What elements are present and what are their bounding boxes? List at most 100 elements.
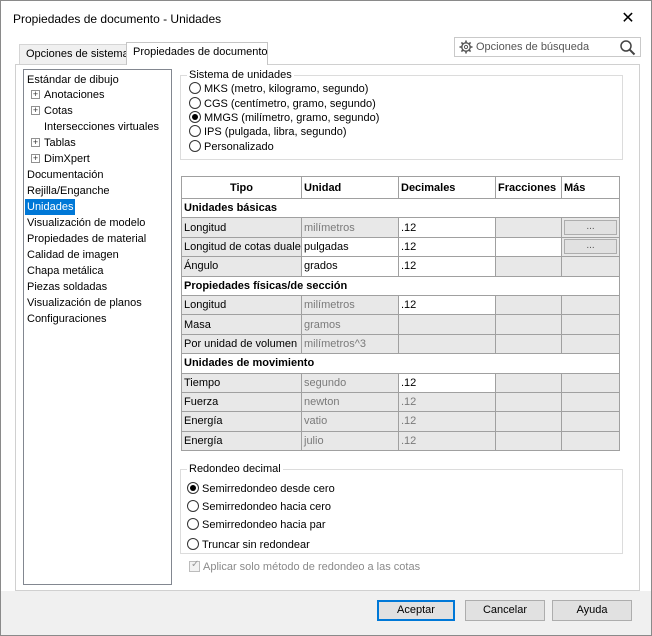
cell-tipo: Longitud de cotas duales [181,236,302,258]
cancel-button[interactable]: Cancelar [465,600,545,621]
radio-label: Semirredondeo hacia par [202,519,326,531]
section-row: Unidades de movimiento [181,353,620,374]
section-title: Propiedades físicas/de sección [181,275,620,296]
cell-unidad: newton [301,391,399,413]
radio-button[interactable] [187,518,199,530]
dialog-window: Propiedades de documento - Unidades ✕ Op… [0,0,652,636]
tree-item-visualizacion-de-planos[interactable]: Visualización de planos [27,295,142,311]
radio-ips[interactable]: IPS (pulgada, libra, segundo) [189,125,346,141]
cell-mas: ... [561,236,620,258]
tree-item-unidades[interactable]: Unidades [25,199,76,215]
section-title: Unidades básicas [181,197,620,219]
radio-button[interactable] [189,125,201,137]
radio-label: MMGS (milímetro, gramo, segundo) [204,112,380,124]
cell-mas [561,314,620,335]
tree-item-chapa-metalica[interactable]: Chapa metálica [27,263,103,279]
cell-mas [561,294,620,316]
cell-tipo: Fuerza [181,391,302,413]
cell-decimales[interactable]: .12 [398,217,496,238]
cell-fracciones [495,372,562,393]
radio-button[interactable] [187,500,199,512]
tree-item-calidad-de-imagen[interactable]: Calidad de imagen [27,247,119,263]
radio-truncar-sin-redondear[interactable]: Truncar sin redondear [187,538,310,554]
table-row: Por unidad de volumen milímetros^3 [181,333,620,355]
cell-fracciones [495,256,562,277]
col-header-decimales: Decimales [398,176,496,199]
help-button[interactable]: Ayuda [552,600,632,621]
tree-item-intersecciones-virtuales[interactable]: Intersecciones virtuales [44,119,159,135]
tree-item-piezas-soldadas[interactable]: Piezas soldadas [27,279,107,295]
units-table: Tipo Unidad Decimales Fracciones Más Uni… [181,176,620,452]
tree-item-visualizacion-de-modelo[interactable]: Visualización de modelo [27,215,145,231]
radio-semirredondeo-desde-cero[interactable]: Semirredondeo desde cero [187,482,335,498]
close-icon[interactable]: ✕ [613,6,643,32]
rounding-legend: Redondeo decimal [187,463,283,475]
cell-decimales[interactable]: .12 [398,294,496,316]
col-header-tipo: Tipo [181,176,302,199]
search-icon[interactable] [619,39,636,56]
radio-semirredondeo-hacia-cero[interactable]: Semirredondeo hacia cero [187,500,331,516]
cell-unidad: gramos [301,314,399,335]
tree-item-documentacion[interactable]: Documentación [27,167,103,183]
table-header-row: Tipo Unidad Decimales Fracciones Más [181,176,620,199]
radio-button-selected[interactable] [187,482,199,494]
table-row: Longitud milímetros .12 ... [181,217,620,238]
ok-button[interactable]: Aceptar [377,600,455,621]
tree-item-anotaciones[interactable]: Anotaciones [44,87,105,103]
section-title: Unidades de movimiento [181,353,620,374]
cell-fracciones [495,411,562,432]
radio-button-selected[interactable] [189,111,201,123]
cell-decimales [398,333,496,355]
cell-decimales[interactable]: .12 [398,236,496,258]
cell-decimales: .12 [398,391,496,413]
radio-label: Semirredondeo desde cero [202,483,335,495]
cell-tipo: Por unidad de volumen [181,333,302,355]
more-options-button[interactable]: ... [564,220,617,236]
radio-button[interactable] [189,82,201,94]
radio-button[interactable] [189,97,201,109]
cell-unidad[interactable]: grados [301,256,399,277]
options-tree[interactable]: Estándar de dibujo + Anotaciones + Cotas… [23,69,172,585]
radio-button[interactable] [187,538,199,550]
tab-opciones-de-sistema[interactable]: Opciones de sistema [19,44,129,64]
radio-label: CGS (centímetro, gramo, segundo) [204,98,376,110]
expand-icon[interactable]: + [31,154,40,163]
tree-item-propiedades-de-material[interactable]: Propiedades de material [27,231,146,247]
tree-item-estandar-de-dibujo[interactable]: Estándar de dibujo [27,72,119,88]
cell-unidad[interactable]: milímetros [301,217,399,238]
radio-mks[interactable]: MKS (metro, kilogramo, segundo) [189,82,368,98]
cell-tipo: Energía [181,411,302,432]
expand-icon[interactable]: + [31,106,40,115]
radio-label: Semirredondeo hacia cero [202,501,332,513]
search-options-box[interactable]: Opciones de búsqueda [454,37,641,57]
checkbox-label: Aplicar solo método de redondeo a las co… [203,561,421,573]
cell-tipo: Energía [181,430,302,452]
cell-mas [561,430,620,452]
tree-item-rejilla-enganche[interactable]: Rejilla/Enganche [27,183,110,199]
cell-mas [561,256,620,277]
tree-item-dimxpert[interactable]: DimXpert [44,151,90,167]
radio-button[interactable] [189,140,201,152]
more-options-button[interactable]: ... [564,239,617,255]
radio-label: Truncar sin redondear [202,539,310,551]
expand-icon[interactable]: + [31,138,40,147]
expand-icon[interactable]: + [31,90,40,99]
tree-item-tablas[interactable]: Tablas [44,135,76,151]
radio-semirredondeo-hacia-par[interactable]: Semirredondeo hacia par [187,518,326,534]
cell-decimales: .12 [398,430,496,452]
col-header-unidad: Unidad [301,176,399,199]
tree-item-cotas[interactable]: Cotas [44,103,73,119]
tab-propiedades-de-documento[interactable]: Propiedades de documento [126,42,268,65]
checkbox-icon[interactable] [189,559,200,572]
cell-unidad[interactable]: pulgadas [301,236,399,258]
radio-personalizado[interactable]: Personalizado [189,140,274,156]
cell-fracciones [495,217,562,238]
cell-fracciones [495,294,562,316]
table-row: Masa gramos [181,314,620,335]
cell-mas [561,411,620,432]
radio-label: MKS (metro, kilogramo, segundo) [204,83,369,95]
apply-only-dims-checkbox[interactable]: Aplicar solo método de redondeo a las co… [189,559,421,573]
cell-decimales[interactable]: .12 [398,372,496,393]
cell-decimales[interactable]: .12 [398,256,496,277]
tree-item-configuraciones[interactable]: Configuraciones [27,311,107,327]
